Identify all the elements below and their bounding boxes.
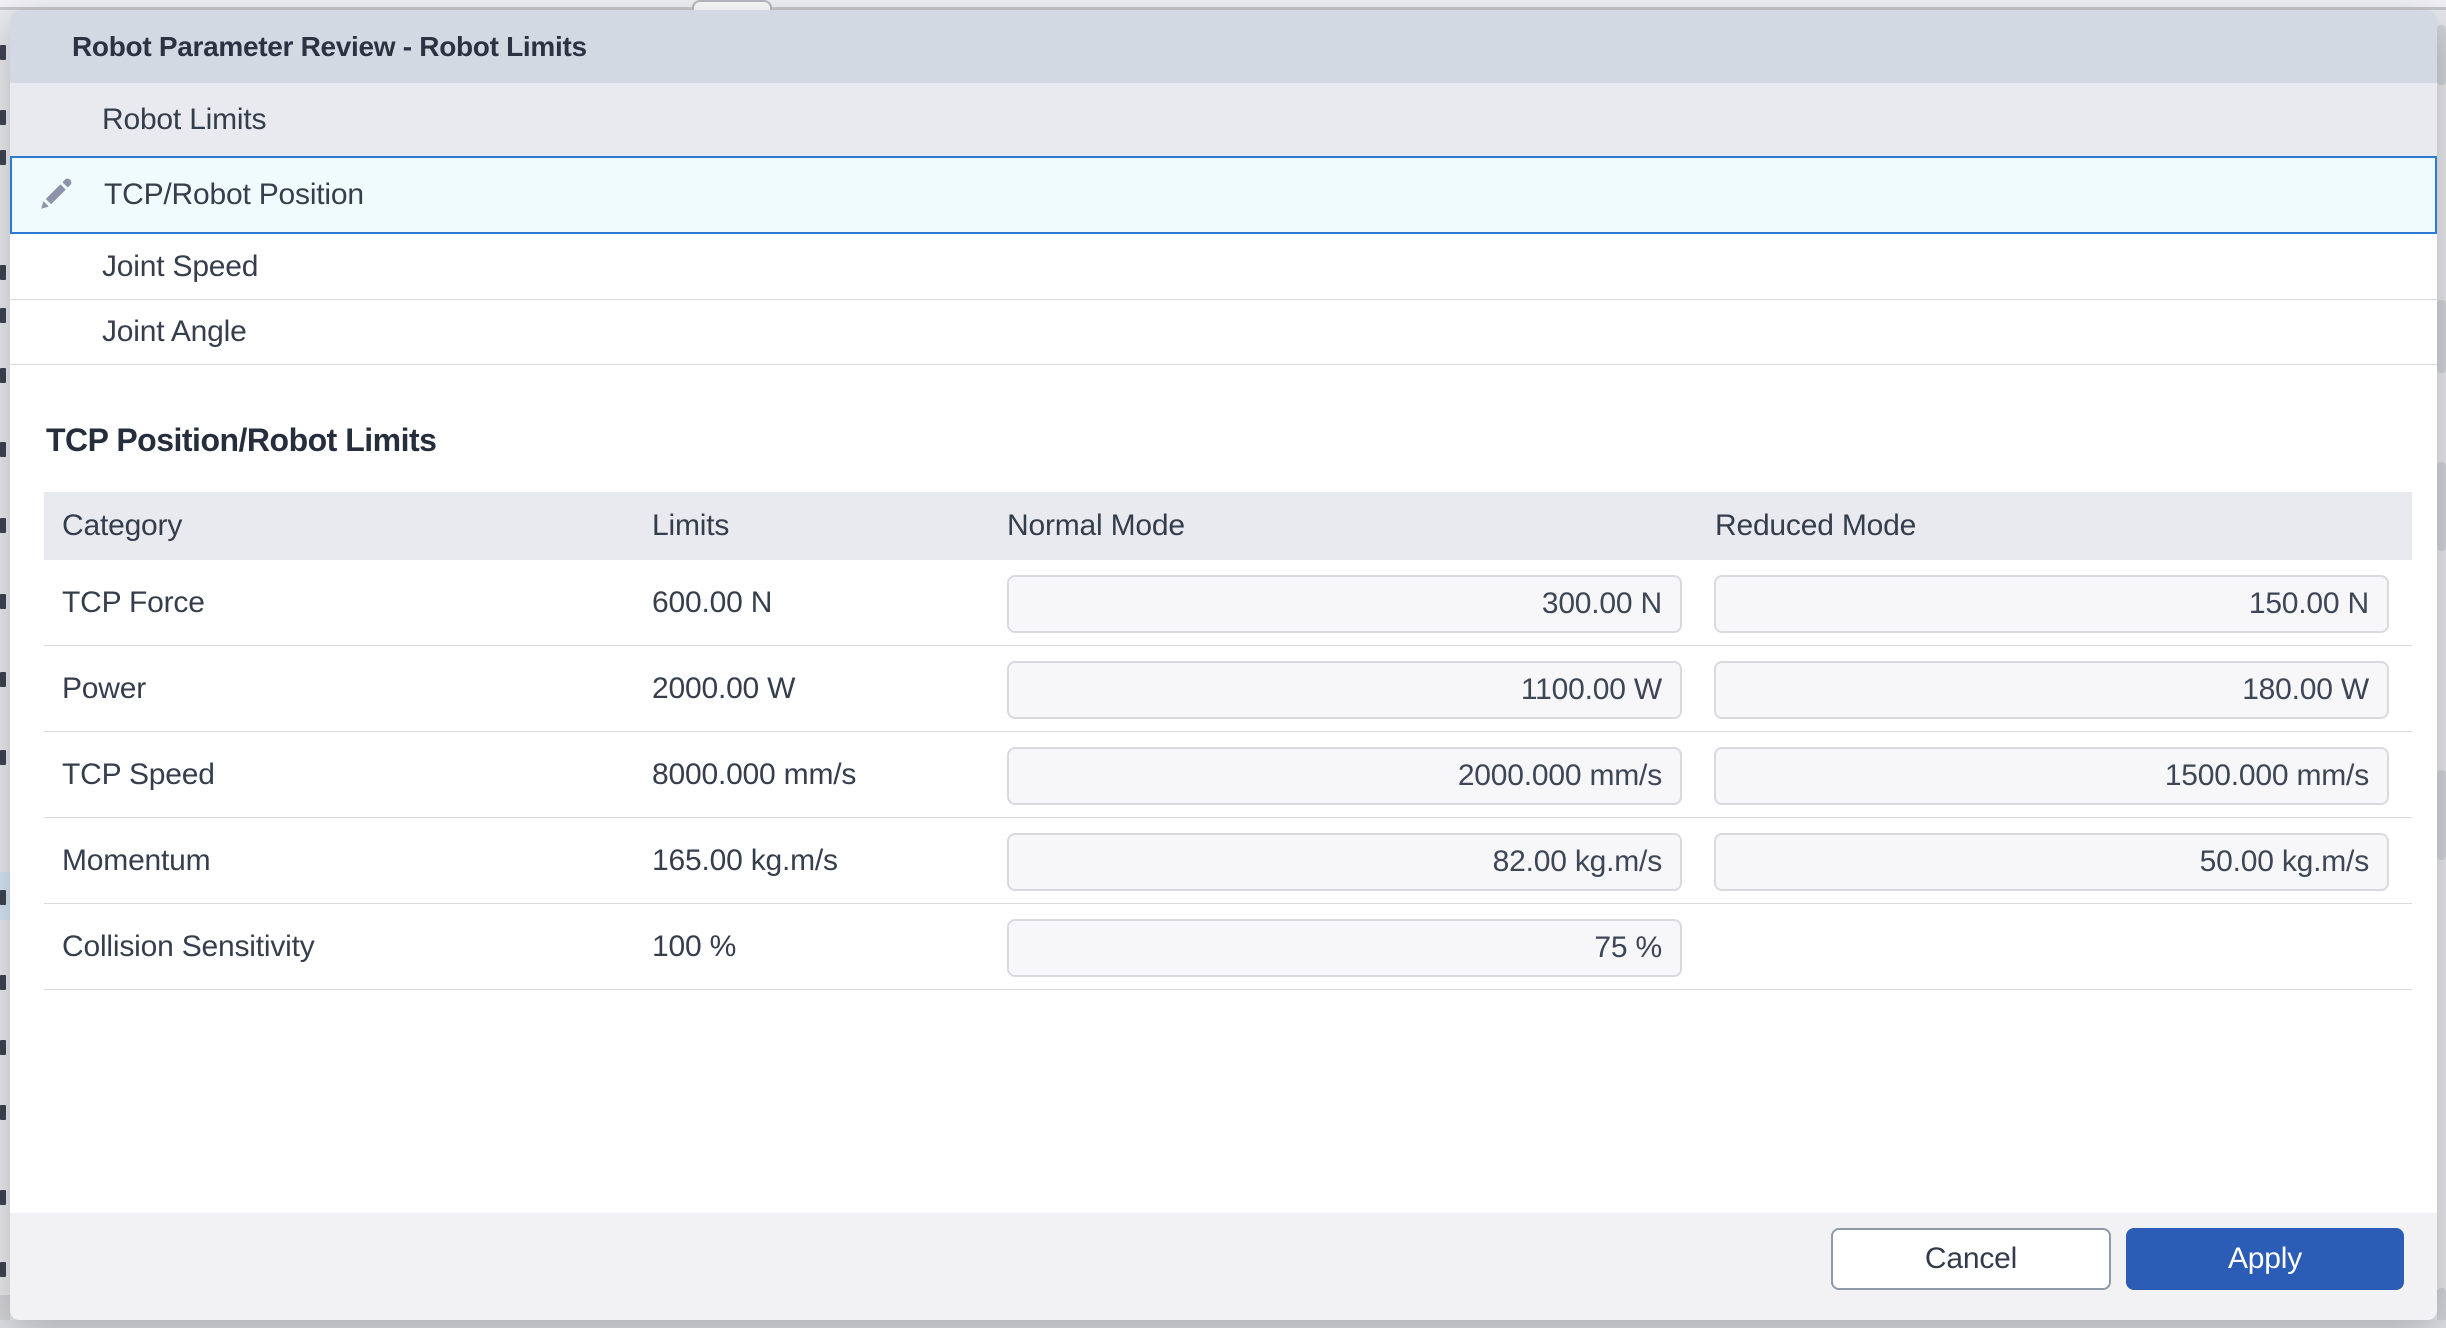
nav-group-header-label: Robot Limits: [102, 103, 266, 137]
pencil-edit-icon: [37, 175, 75, 213]
limits-cell: 8000.000 mm/s: [652, 732, 856, 818]
background-text-fragment: [0, 890, 6, 905]
background-text-fragment: [0, 672, 6, 687]
limits-cell: 600.00 N: [652, 560, 772, 646]
background-text-fragment: [0, 110, 6, 125]
column-header-reduced-mode: Reduced Mode: [1715, 492, 1916, 560]
normal-mode-input[interactable]: [1007, 919, 1682, 977]
background-text-fragment: [0, 45, 6, 60]
table-row: Power 2000.00 W: [44, 646, 2412, 732]
background-page-left-edge: [0, 10, 10, 1328]
limits-cell: 2000.00 W: [652, 646, 795, 732]
dialog-titlebar: Robot Parameter Review - Robot Limits: [10, 10, 2437, 83]
background-scrollbar-fragment: [2437, 300, 2446, 373]
category-cell: Momentum: [62, 818, 210, 904]
background-page-right-edge: [2437, 10, 2446, 1328]
background-text-fragment: [0, 265, 6, 280]
limits-table-header: Category Limits Normal Mode Reduced Mode: [44, 492, 2412, 560]
limits-table: Category Limits Normal Mode Reduced Mode…: [44, 492, 2412, 990]
robot-parameter-review-dialog: Robot Parameter Review - Robot Limits Ro…: [10, 10, 2437, 1320]
category-cell: TCP Force: [62, 560, 205, 646]
background-page-bottom-edge: [0, 1320, 2446, 1328]
background-text-fragment: [0, 594, 6, 609]
background-text-fragment: [0, 1190, 6, 1205]
normal-mode-input[interactable]: [1007, 575, 1682, 633]
nav-item-joint-angle[interactable]: Joint Angle: [10, 300, 2437, 365]
background-text-fragment: [0, 150, 6, 165]
apply-button[interactable]: Apply: [2126, 1228, 2404, 1290]
background-text-fragment: [0, 442, 6, 457]
dialog-title: Robot Parameter Review - Robot Limits: [72, 31, 587, 63]
background-text-fragment: [0, 368, 6, 383]
background-scrollbar-fragment: [2437, 25, 2446, 85]
category-cell: TCP Speed: [62, 732, 215, 818]
background-scrollbar-fragment: [2437, 770, 2446, 860]
section-title: TCP Position/Robot Limits: [46, 422, 436, 459]
table-row: TCP Speed 8000.000 mm/s: [44, 732, 2412, 818]
column-header-limits: Limits: [652, 492, 729, 560]
background-text-fragment: [0, 1105, 6, 1120]
reduced-mode-input[interactable]: [1714, 575, 2389, 633]
background-text-fragment: [0, 308, 6, 323]
limits-table-body: TCP Force600.00 NPower2000.00 WTCP Speed…: [44, 560, 2412, 990]
background-text-fragment: [0, 1040, 6, 1055]
normal-mode-input[interactable]: [1007, 833, 1682, 891]
table-row: Collision Sensitivity 100 %: [44, 904, 2412, 990]
background-text-fragment: [0, 1262, 6, 1277]
nav-item-joint-speed[interactable]: Joint Speed: [10, 234, 2437, 300]
limits-cell: 100 %: [652, 904, 736, 990]
table-row: Momentum 165.00 kg.m/s: [44, 818, 2412, 904]
nav-item-label: Joint Speed: [102, 250, 258, 284]
background-page-top-edge: [0, 0, 2446, 7]
column-header-normal-mode: Normal Mode: [1007, 492, 1185, 560]
reduced-mode-input[interactable]: [1714, 833, 2389, 891]
reduced-mode-input[interactable]: [1714, 747, 2389, 805]
table-row: TCP Force 600.00 N: [44, 560, 2412, 646]
category-cell: Collision Sensitivity: [62, 904, 315, 990]
nav-item-tcp-robot-position[interactable]: TCP/Robot Position: [10, 156, 2437, 234]
reduced-mode-input[interactable]: [1714, 661, 2389, 719]
nav-item-label: TCP/Robot Position: [104, 178, 364, 212]
normal-mode-input[interactable]: [1007, 661, 1682, 719]
nav-item-label: Joint Angle: [102, 315, 247, 349]
limits-cell: 165.00 kg.m/s: [652, 818, 838, 904]
normal-mode-input[interactable]: [1007, 747, 1682, 805]
background-text-fragment: [0, 518, 6, 533]
background-text-fragment: [0, 975, 6, 990]
background-text-fragment: [0, 750, 6, 765]
column-header-category: Category: [62, 492, 182, 560]
dialog-footer: Cancel Apply: [10, 1213, 2437, 1320]
cancel-button[interactable]: Cancel: [1831, 1228, 2111, 1290]
background-scrollbar-fragment: [2437, 462, 2446, 551]
category-cell: Power: [62, 646, 146, 732]
nav-group-header: Robot Limits: [10, 83, 2437, 156]
background-popover-tab: [692, 0, 772, 10]
